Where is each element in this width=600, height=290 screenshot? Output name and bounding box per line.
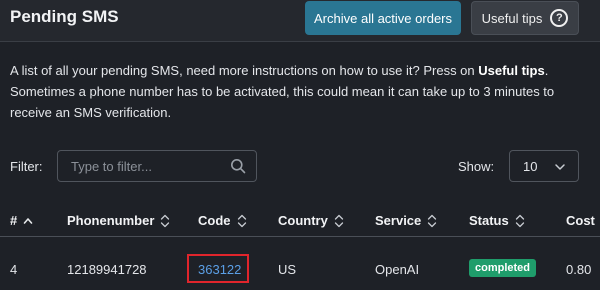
- column-header-country[interactable]: Country: [278, 213, 344, 228]
- sort-icon: [515, 214, 524, 227]
- filter-label: Filter:: [10, 159, 43, 174]
- cell-service: OpenAI: [375, 262, 420, 277]
- intro-line2: Sometimes a phone number has to be activ…: [10, 84, 555, 120]
- column-header-label: Service: [375, 213, 422, 228]
- intro-text: A list of all your pending SMS, need mor…: [10, 60, 590, 123]
- column-header-service[interactable]: Service: [375, 213, 437, 228]
- sort-icon: [428, 214, 437, 227]
- column-header-status[interactable]: Status: [469, 213, 525, 228]
- column-header-cost[interactable]: Cost: [566, 213, 595, 228]
- sort-ascending-icon: [23, 217, 33, 224]
- table-row: 4 12189941728 363122 US OpenAI completed…: [0, 238, 600, 290]
- chevron-down-icon: [555, 164, 565, 170]
- useful-tips-label: Useful tips: [481, 10, 543, 26]
- column-header-label: Status: [469, 213, 509, 228]
- cell-country: US: [278, 262, 297, 277]
- intro-line1-suffix: .: [544, 63, 549, 78]
- page-header: Pending SMS Archive all active orders Us…: [0, 0, 600, 42]
- cell-id: 4: [10, 262, 18, 277]
- filter-field[interactable]: [57, 150, 257, 182]
- intro-useful-tips-emphasis: Useful tips: [478, 63, 545, 78]
- column-header-id[interactable]: #: [10, 213, 33, 228]
- sort-icon: [237, 214, 246, 227]
- column-header-phonenumber[interactable]: Phonenumber: [67, 213, 170, 228]
- filter-input[interactable]: [59, 152, 227, 180]
- column-header-code[interactable]: Code: [198, 213, 247, 228]
- archive-all-orders-button[interactable]: Archive all active orders: [305, 1, 461, 35]
- sort-icon: [334, 214, 343, 227]
- page-size-select[interactable]: 10: [509, 150, 579, 182]
- cell-phonenumber: 12189941728: [67, 262, 147, 277]
- table-header: # Phonenumber Code Country Service Statu…: [0, 205, 600, 237]
- help-icon: ?: [550, 9, 569, 27]
- sort-icon: [161, 214, 170, 227]
- show-label: Show:: [458, 159, 495, 174]
- search-icon: [231, 159, 246, 174]
- useful-tips-button[interactable]: Useful tips ?: [471, 1, 579, 35]
- status-badge: completed: [469, 259, 537, 277]
- cell-code-link[interactable]: 363122: [198, 262, 241, 277]
- column-header-label: Code: [198, 213, 231, 228]
- column-header-label: Cost: [566, 213, 595, 228]
- column-header-label: Phonenumber: [67, 213, 155, 228]
- intro-line1-prefix: A list of all your pending SMS, need mor…: [10, 63, 479, 78]
- page-size-value: 10: [523, 159, 538, 174]
- column-header-label: Country: [278, 213, 328, 228]
- column-header-label: #: [10, 213, 18, 228]
- cell-cost: 0.80: [566, 262, 592, 277]
- page-title: Pending SMS: [10, 7, 119, 26]
